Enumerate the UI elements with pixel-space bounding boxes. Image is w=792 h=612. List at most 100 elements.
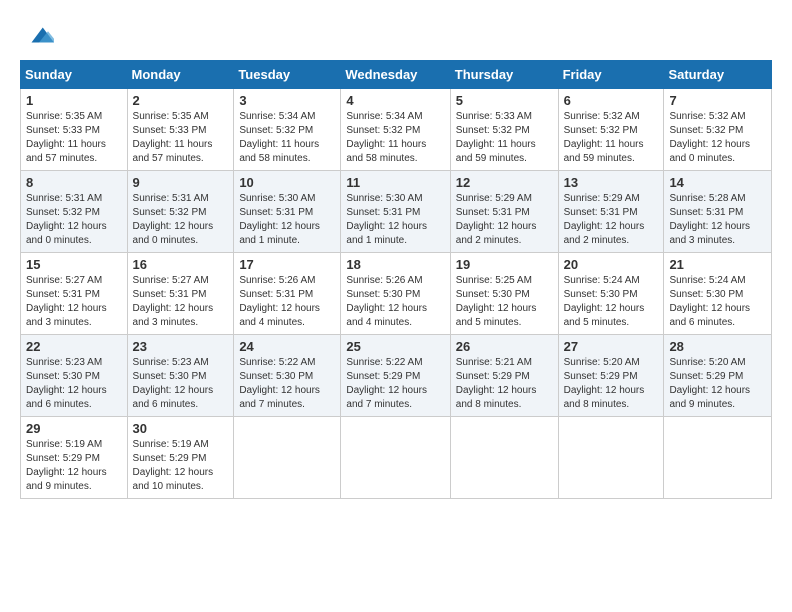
day-number: 20 bbox=[564, 257, 659, 272]
day-number: 30 bbox=[133, 421, 229, 436]
day-number: 4 bbox=[346, 93, 444, 108]
calendar-day-cell: 7 Sunrise: 5:32 AM Sunset: 5:32 PM Daylig… bbox=[664, 89, 772, 171]
day-number: 8 bbox=[26, 175, 122, 190]
calendar-day-cell: 2 Sunrise: 5:35 AM Sunset: 5:33 PM Daylig… bbox=[127, 89, 234, 171]
day-info: Sunrise: 5:19 AM Sunset: 5:29 PM Dayligh… bbox=[133, 438, 229, 494]
day-info: Sunrise: 5:22 AM Sunset: 5:29 PM Dayligh… bbox=[346, 356, 444, 412]
day-number: 13 bbox=[564, 175, 659, 190]
calendar-day-cell bbox=[450, 417, 558, 499]
day-info: Sunrise: 5:26 AM Sunset: 5:31 PM Dayligh… bbox=[239, 274, 335, 330]
day-of-week-header: Sunday bbox=[21, 61, 128, 89]
day-number: 25 bbox=[346, 339, 444, 354]
calendar-day-cell: 22 Sunrise: 5:23 AM Sunset: 5:30 PM Dayli… bbox=[21, 335, 128, 417]
calendar-day-cell: 24Sunrise: 5:22 AM Sunset: 5:30 PM Dayli… bbox=[234, 335, 341, 417]
page-header bbox=[20, 20, 772, 50]
calendar-day-cell: 9 Sunrise: 5:31 AM Sunset: 5:32 PM Daylig… bbox=[127, 171, 234, 253]
calendar-week-row: 22 Sunrise: 5:23 AM Sunset: 5:30 PM Dayli… bbox=[21, 335, 772, 417]
day-of-week-header: Wednesday bbox=[341, 61, 450, 89]
calendar-day-cell: 3 Sunrise: 5:34 AM Sunset: 5:32 PM Daylig… bbox=[234, 89, 341, 171]
calendar-day-cell: 15 Sunrise: 5:27 AM Sunset: 5:31 PM Dayli… bbox=[21, 253, 128, 335]
day-number: 27 bbox=[564, 339, 659, 354]
day-info: Sunrise: 5:22 AM Sunset: 5:30 PM Dayligh… bbox=[239, 356, 335, 412]
calendar-day-cell: 13 Sunrise: 5:29 AM Sunset: 5:31 PM Dayli… bbox=[558, 171, 664, 253]
day-info: Sunrise: 5:24 AM Sunset: 5:30 PM Dayligh… bbox=[564, 274, 659, 330]
calendar-day-cell: 11 Sunrise: 5:30 AM Sunset: 5:31 PM Dayli… bbox=[341, 171, 450, 253]
day-number: 17 bbox=[239, 257, 335, 272]
calendar-table: SundayMondayTuesdayWednesdayThursdayFrid… bbox=[20, 60, 772, 499]
day-of-week-header: Saturday bbox=[664, 61, 772, 89]
day-info: Sunrise: 5:30 AM Sunset: 5:31 PM Dayligh… bbox=[239, 192, 335, 248]
day-number: 16 bbox=[133, 257, 229, 272]
calendar-day-cell: 12Sunrise: 5:29 AM Sunset: 5:31 PM Dayli… bbox=[450, 171, 558, 253]
day-info: Sunrise: 5:33 AM Sunset: 5:32 PM Dayligh… bbox=[456, 110, 553, 166]
calendar-day-cell bbox=[558, 417, 664, 499]
day-of-week-header: Thursday bbox=[450, 61, 558, 89]
day-number: 18 bbox=[346, 257, 444, 272]
day-info: Sunrise: 5:21 AM Sunset: 5:29 PM Dayligh… bbox=[456, 356, 553, 412]
calendar-day-cell bbox=[341, 417, 450, 499]
calendar-day-cell: 18 Sunrise: 5:26 AM Sunset: 5:30 PM Dayli… bbox=[341, 253, 450, 335]
calendar-day-cell: 10 Sunrise: 5:30 AM Sunset: 5:31 PM Dayli… bbox=[234, 171, 341, 253]
day-info: Sunrise: 5:32 AM Sunset: 5:32 PM Dayligh… bbox=[564, 110, 659, 166]
day-number: 7 bbox=[669, 93, 766, 108]
day-info: Sunrise: 5:26 AM Sunset: 5:30 PM Dayligh… bbox=[346, 274, 444, 330]
calendar-day-cell: 26 Sunrise: 5:21 AM Sunset: 5:29 PM Dayli… bbox=[450, 335, 558, 417]
day-info: Sunrise: 5:27 AM Sunset: 5:31 PM Dayligh… bbox=[133, 274, 229, 330]
day-number: 15 bbox=[26, 257, 122, 272]
calendar-day-cell: 20 Sunrise: 5:24 AM Sunset: 5:30 PM Dayli… bbox=[558, 253, 664, 335]
day-info: Sunrise: 5:19 AM Sunset: 5:29 PM Dayligh… bbox=[26, 438, 122, 494]
day-of-week-header: Monday bbox=[127, 61, 234, 89]
calendar-week-row: 15 Sunrise: 5:27 AM Sunset: 5:31 PM Dayli… bbox=[21, 253, 772, 335]
day-of-week-header: Friday bbox=[558, 61, 664, 89]
calendar-day-cell: 1 Sunrise: 5:35 AM Sunset: 5:33 PM Daylig… bbox=[21, 89, 128, 171]
day-info: Sunrise: 5:35 AM Sunset: 5:33 PM Dayligh… bbox=[26, 110, 122, 166]
calendar-day-cell: 19 Sunrise: 5:25 AM Sunset: 5:30 PM Dayli… bbox=[450, 253, 558, 335]
calendar-week-row: 8 Sunrise: 5:31 AM Sunset: 5:32 PM Daylig… bbox=[21, 171, 772, 253]
day-info: Sunrise: 5:25 AM Sunset: 5:30 PM Dayligh… bbox=[456, 274, 553, 330]
day-number: 22 bbox=[26, 339, 122, 354]
day-info: Sunrise: 5:32 AM Sunset: 5:32 PM Dayligh… bbox=[669, 110, 766, 166]
day-info: Sunrise: 5:29 AM Sunset: 5:31 PM Dayligh… bbox=[564, 192, 659, 248]
calendar-week-row: 1 Sunrise: 5:35 AM Sunset: 5:33 PM Daylig… bbox=[21, 89, 772, 171]
day-number: 5 bbox=[456, 93, 553, 108]
calendar-day-cell: 29 Sunrise: 5:19 AM Sunset: 5:29 PM Dayli… bbox=[21, 417, 128, 499]
day-number: 11 bbox=[346, 175, 444, 190]
day-info: Sunrise: 5:30 AM Sunset: 5:31 PM Dayligh… bbox=[346, 192, 444, 248]
day-number: 14 bbox=[669, 175, 766, 190]
day-number: 2 bbox=[133, 93, 229, 108]
calendar-day-cell: 28Sunrise: 5:20 AM Sunset: 5:29 PM Dayli… bbox=[664, 335, 772, 417]
day-info: Sunrise: 5:34 AM Sunset: 5:32 PM Dayligh… bbox=[239, 110, 335, 166]
calendar-day-cell: 4 Sunrise: 5:34 AM Sunset: 5:32 PM Daylig… bbox=[341, 89, 450, 171]
day-info: Sunrise: 5:23 AM Sunset: 5:30 PM Dayligh… bbox=[26, 356, 122, 412]
logo-icon bbox=[24, 20, 54, 50]
day-number: 12 bbox=[456, 175, 553, 190]
calendar-day-cell: 6 Sunrise: 5:32 AM Sunset: 5:32 PM Daylig… bbox=[558, 89, 664, 171]
day-info: Sunrise: 5:31 AM Sunset: 5:32 PM Dayligh… bbox=[26, 192, 122, 248]
day-number: 21 bbox=[669, 257, 766, 272]
day-info: Sunrise: 5:20 AM Sunset: 5:29 PM Dayligh… bbox=[669, 356, 766, 412]
day-info: Sunrise: 5:27 AM Sunset: 5:31 PM Dayligh… bbox=[26, 274, 122, 330]
logo bbox=[20, 20, 54, 50]
day-number: 26 bbox=[456, 339, 553, 354]
day-info: Sunrise: 5:31 AM Sunset: 5:32 PM Dayligh… bbox=[133, 192, 229, 248]
day-info: Sunrise: 5:35 AM Sunset: 5:33 PM Dayligh… bbox=[133, 110, 229, 166]
day-info: Sunrise: 5:24 AM Sunset: 5:30 PM Dayligh… bbox=[669, 274, 766, 330]
calendar-day-cell: 23Sunrise: 5:23 AM Sunset: 5:30 PM Dayli… bbox=[127, 335, 234, 417]
day-number: 6 bbox=[564, 93, 659, 108]
day-number: 19 bbox=[456, 257, 553, 272]
calendar-day-cell: 25 Sunrise: 5:22 AM Sunset: 5:29 PM Dayli… bbox=[341, 335, 450, 417]
day-info: Sunrise: 5:20 AM Sunset: 5:29 PM Dayligh… bbox=[564, 356, 659, 412]
day-number: 1 bbox=[26, 93, 122, 108]
calendar-week-row: 29 Sunrise: 5:19 AM Sunset: 5:29 PM Dayli… bbox=[21, 417, 772, 499]
day-info: Sunrise: 5:23 AM Sunset: 5:30 PM Dayligh… bbox=[133, 356, 229, 412]
day-number: 9 bbox=[133, 175, 229, 190]
day-info: Sunrise: 5:34 AM Sunset: 5:32 PM Dayligh… bbox=[346, 110, 444, 166]
calendar-day-cell: 8 Sunrise: 5:31 AM Sunset: 5:32 PM Daylig… bbox=[21, 171, 128, 253]
day-number: 10 bbox=[239, 175, 335, 190]
calendar-day-cell: 14Sunrise: 5:28 AM Sunset: 5:31 PM Dayli… bbox=[664, 171, 772, 253]
calendar-day-cell bbox=[664, 417, 772, 499]
calendar-day-cell: 30 Sunrise: 5:19 AM Sunset: 5:29 PM Dayli… bbox=[127, 417, 234, 499]
calendar-day-cell: 21 Sunrise: 5:24 AM Sunset: 5:30 PM Dayli… bbox=[664, 253, 772, 335]
day-number: 29 bbox=[26, 421, 122, 436]
day-number: 3 bbox=[239, 93, 335, 108]
